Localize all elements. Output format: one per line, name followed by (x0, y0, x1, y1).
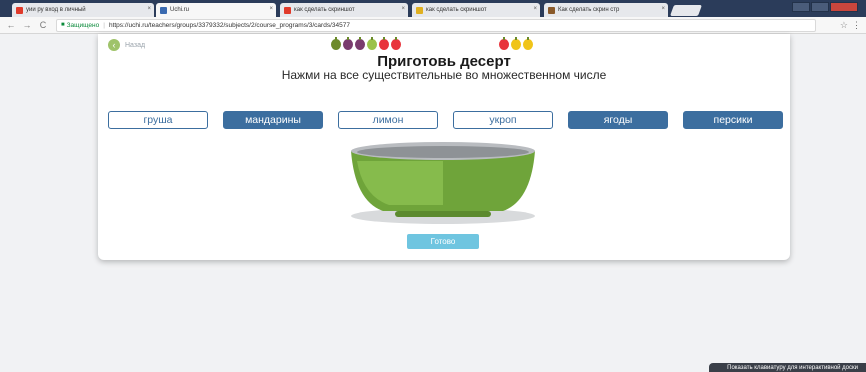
browser-tab-5[interactable]: Как сделать скрин стр × (544, 3, 668, 17)
separator: | (103, 21, 105, 29)
minimize-button[interactable] (792, 2, 810, 12)
fruit-icon (343, 37, 353, 50)
yandex-icon (284, 6, 291, 14)
url-field[interactable]: ■ Защищено | https://uchi.ru/teachers/gr… (56, 18, 816, 32)
uchi-icon (160, 6, 167, 14)
url-text: https://uchi.ru/teachers/groups/3379332/… (108, 21, 350, 29)
word-option-persiki[interactable]: персики (683, 111, 783, 129)
browser-menu-icon[interactable]: ⋮ (852, 20, 861, 31)
close-icon[interactable]: × (147, 6, 151, 12)
maximize-button[interactable] (811, 2, 829, 12)
close-icon[interactable]: × (533, 6, 537, 12)
word-option-mandariny[interactable]: мандарины (223, 111, 323, 129)
fruit-icon (511, 37, 521, 50)
fruit-icon (379, 37, 389, 50)
fruit-progress-right (499, 37, 533, 50)
bowl-drop-zone[interactable] (343, 141, 543, 227)
forward-arrow-icon[interactable]: → (22, 20, 32, 30)
browser-tab-2[interactable]: Uchi.ru × (156, 3, 276, 17)
browser-tab-strip: уии ру вход в личный × Uchi.ru × как сде… (0, 0, 866, 17)
back-label: Назад (125, 41, 146, 49)
new-tab-button[interactable] (669, 5, 703, 16)
keyboard-hint-button[interactable]: Показать клавиатуру для интерактивной до… (709, 363, 866, 372)
address-bar-row: ← → C ■ Защищено | https://uchi.ru/teach… (0, 17, 866, 34)
window-controls (792, 2, 858, 12)
close-icon[interactable]: × (401, 6, 405, 12)
close-icon[interactable]: × (269, 6, 273, 12)
yandex-icon (16, 6, 23, 14)
browser-tab-4[interactable]: как сделать скриншот × (412, 3, 540, 17)
task-instruction: Нажми на все существительные во множеств… (281, 68, 607, 82)
fruit-progress-left (331, 37, 401, 50)
word-option-yagody[interactable]: ягоды (568, 111, 668, 129)
fruit-icon (367, 37, 377, 50)
mail-icon (416, 6, 423, 14)
fruit-icon (499, 37, 509, 50)
fruit-icon (355, 37, 365, 50)
task-card: ‹ Назад Приготовь десерт Нажми на все су… (98, 34, 790, 260)
browser-tab-3[interactable]: как сделать скриншот × (280, 3, 408, 17)
browser-tab-1[interactable]: уии ру вход в личный × (12, 3, 154, 17)
fruit-icon (523, 37, 533, 50)
reload-icon[interactable]: C (38, 20, 48, 30)
secure-label: Защищено (66, 21, 100, 29)
tab-title: уии ру вход в личный (26, 7, 86, 13)
word-option-limon[interactable]: лимон (338, 111, 438, 129)
tab-title: Как сделать скрин стр (558, 7, 620, 13)
fruit-icon (391, 37, 401, 50)
tab-title: Uchi.ru (170, 7, 190, 13)
word-options: груша мандарины лимон укроп ягоды персик… (108, 111, 784, 129)
window-close-button[interactable] (830, 2, 858, 12)
done-button[interactable]: Готово (407, 234, 479, 249)
close-icon[interactable]: × (661, 6, 665, 12)
back-link[interactable]: ‹ Назад (108, 39, 145, 51)
fruit-icon (331, 37, 341, 50)
chevron-left-icon: ‹ (108, 39, 120, 51)
word-option-ukrop[interactable]: укроп (453, 111, 553, 129)
word-option-grusha[interactable]: груша (108, 111, 208, 129)
back-arrow-icon[interactable]: ← (6, 20, 16, 30)
bookmark-star-icon[interactable]: ☆ (840, 20, 848, 31)
tab-title: как сделать скриншот (294, 7, 355, 13)
lock-icon: ■ (61, 22, 65, 28)
site-icon (548, 6, 555, 14)
tab-title: как сделать скриншот (426, 7, 487, 13)
